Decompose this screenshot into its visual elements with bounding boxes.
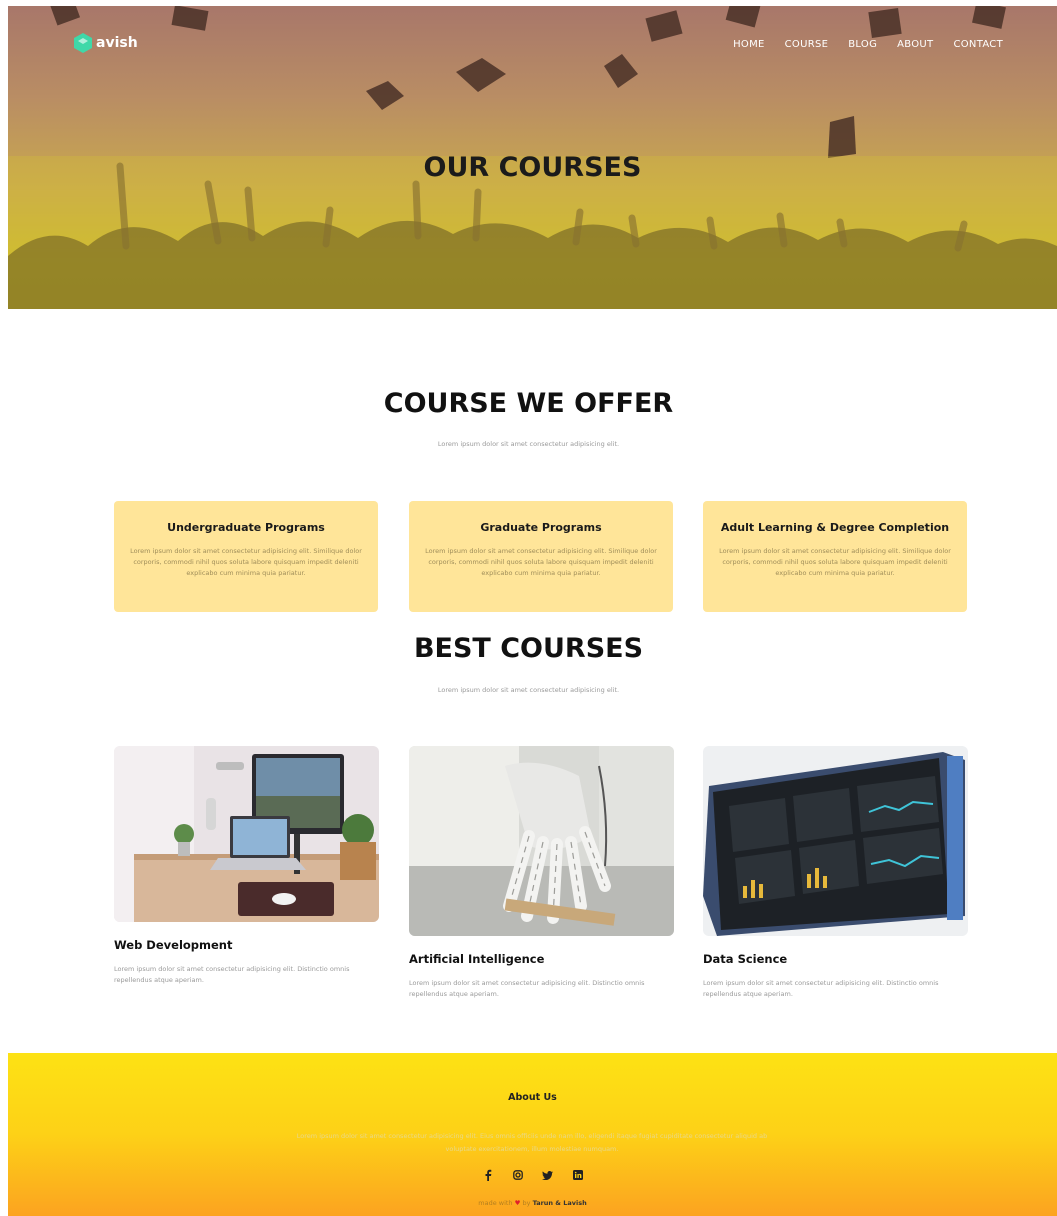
best-section-title: BEST COURSES [413, 633, 644, 664]
nav-item-blog[interactable]: BLOG [848, 39, 877, 50]
nav-item-contact[interactable]: CONTACT [953, 39, 1003, 50]
nav-item-course[interactable]: COURSE [785, 39, 829, 50]
course-description: Lorem ipsum dolor sit amet consectetur a… [409, 979, 645, 998]
offer-card-graduate: Graduate Programs Lorem ipsum dolor sit … [409, 501, 673, 612]
course-card-data-science[interactable]: Data Science Lorem ipsum dolor sit amet … [703, 746, 968, 1000]
offer-section-subtitle: Lorem ipsum dolor sit amet consectetur a… [437, 440, 620, 448]
course-image-robot-hand [409, 746, 674, 936]
footer-description: Lorem ipsum dolor sit amet consectetur a… [296, 1132, 768, 1153]
facebook-icon[interactable] [482, 1169, 494, 1181]
course-card-artificial-intelligence[interactable]: Artificial Intelligence Lorem ipsum dolo… [409, 746, 674, 1000]
brand-logo[interactable]: avish [72, 32, 138, 54]
credit-by: by [522, 1199, 531, 1207]
course-title: Artificial Intelligence [409, 952, 545, 966]
instagram-icon[interactable] [512, 1169, 524, 1181]
credit-name: Tarun & Lavish [532, 1199, 587, 1207]
offer-card-title: Graduate Programs [480, 521, 602, 534]
offer-card-body: Lorem ipsum dolor sit amet consectetur a… [719, 547, 951, 577]
nav-item-about[interactable]: ABOUT [897, 39, 933, 50]
offer-card-title: Adult Learning & Degree Completion [720, 521, 950, 534]
logo-text: avish [96, 35, 138, 51]
main-nav: HOME COURSE BLOG ABOUT CONTACT [733, 39, 1003, 50]
offer-card-undergraduate: Undergraduate Programs Lorem ipsum dolor… [114, 501, 378, 612]
heart-icon: ♥ [514, 1199, 521, 1207]
social-links [8, 1169, 1057, 1181]
course-image-desk-computer [114, 746, 379, 922]
best-section-subtitle: Lorem ipsum dolor sit amet consectetur a… [437, 686, 620, 694]
footer: About Us Lorem ipsum dolor sit amet cons… [8, 1053, 1057, 1216]
offer-card-body: Lorem ipsum dolor sit amet consectetur a… [425, 547, 657, 577]
hero-banner: avish HOME COURSE BLOG ABOUT CONTACT OUR… [8, 6, 1057, 309]
linkedin-icon[interactable] [572, 1169, 584, 1181]
offer-section-title: COURSE WE OFFER [383, 388, 674, 419]
page-title: OUR COURSES [423, 152, 642, 183]
twitter-icon[interactable] [542, 1169, 554, 1181]
footer-credit: made with ♥ by Tarun & Lavish [8, 1199, 1057, 1207]
course-description: Lorem ipsum dolor sit amet consectetur a… [703, 979, 939, 998]
offer-card-adult-learning: Adult Learning & Degree Completion Lorem… [703, 501, 967, 612]
offer-card-title: Undergraduate Programs [167, 521, 325, 534]
offer-card-body: Lorem ipsum dolor sit amet consectetur a… [130, 547, 362, 577]
course-description: Lorem ipsum dolor sit amet consectetur a… [114, 965, 350, 984]
nav-item-home[interactable]: HOME [733, 39, 765, 50]
course-image-dashboard-tablet [703, 746, 968, 936]
course-card-web-development[interactable]: Web Development Lorem ipsum dolor sit am… [114, 746, 379, 986]
credit-prefix: made with [478, 1199, 513, 1207]
logo-hexagon-icon [74, 33, 92, 53]
course-title: Web Development [114, 938, 233, 952]
footer-title: About Us [508, 1092, 557, 1103]
course-title: Data Science [703, 952, 788, 966]
